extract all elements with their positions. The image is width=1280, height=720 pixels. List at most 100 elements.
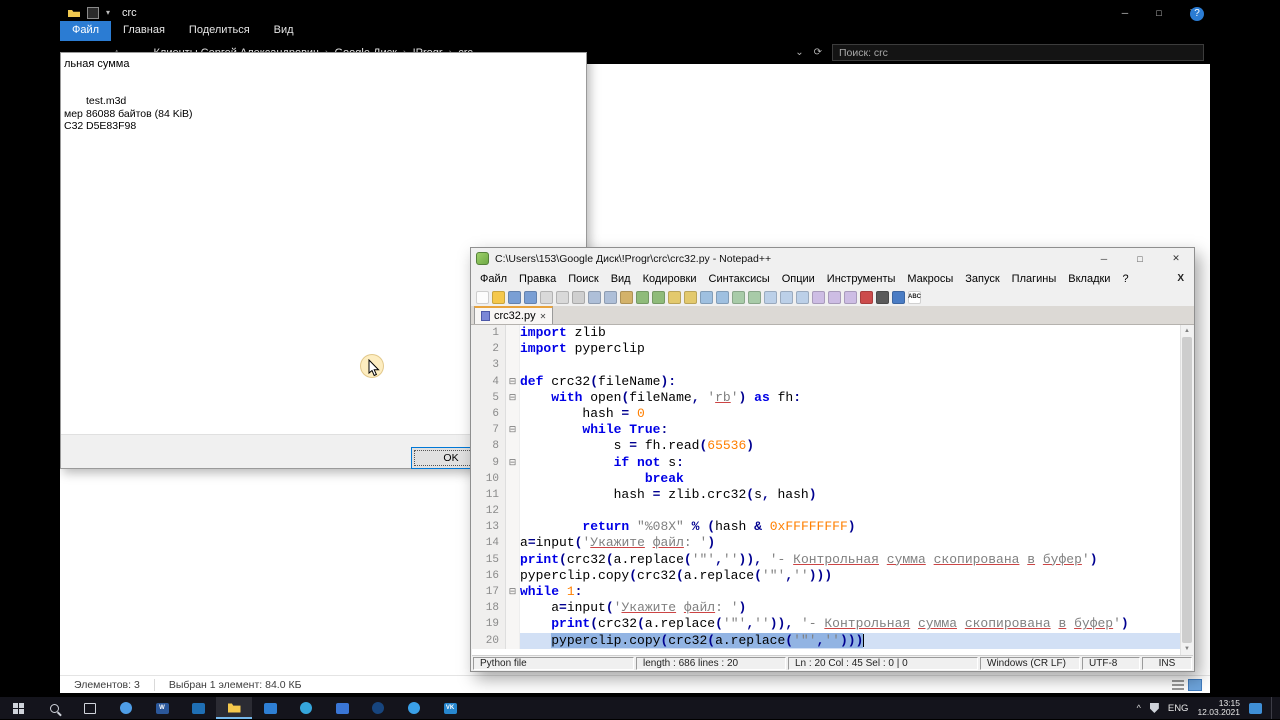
app-icon-9-button[interactable]	[396, 697, 432, 719]
copy-icon[interactable]	[604, 290, 617, 304]
code-line[interactable]: 19 print(crc32(a.replace('"','')), '- Ко…	[472, 616, 1180, 633]
show-desktop-button[interactable]	[1271, 697, 1276, 719]
details-view-icon[interactable]	[1172, 679, 1184, 690]
steam-button[interactable]	[360, 697, 396, 719]
vk-button[interactable]: VK	[432, 697, 468, 719]
notepad-titlebar[interactable]: C:\Users\153\Google Диск\!Progr\crc\crc3…	[471, 248, 1194, 269]
taskbar-search-button[interactable]	[36, 697, 72, 719]
explorer-maximize-icon[interactable]: □	[1142, 4, 1176, 21]
save-all-icon[interactable]	[524, 290, 537, 304]
fold-marker-icon[interactable]: ⊟	[506, 422, 520, 439]
start-button[interactable]	[0, 697, 36, 719]
qat-properties-icon[interactable]	[87, 6, 99, 19]
photos-button[interactable]	[252, 697, 288, 719]
replace-icon[interactable]	[684, 290, 697, 304]
checksum-dialog-titlebar[interactable]: льная сумма	[61, 53, 586, 74]
ribbon-tab-1[interactable]: Файл	[60, 21, 112, 41]
document-map-icon[interactable]	[828, 290, 841, 304]
menu-item-5[interactable]: Кодировки	[637, 273, 703, 285]
undo-icon[interactable]	[636, 290, 649, 304]
notepad-maximize-icon[interactable]: □	[1122, 248, 1158, 269]
show-all-characters-icon[interactable]	[780, 290, 793, 304]
search-input[interactable]	[832, 44, 1204, 61]
code-line[interactable]: 20 pyperclip.copy(crc32(a.replace('"',''…	[472, 632, 1180, 649]
ribbon-tab-3[interactable]: Поделиться	[177, 21, 262, 41]
menu-item-13[interactable]: ?	[1116, 273, 1134, 285]
tab-close-icon[interactable]: ✕	[540, 312, 547, 321]
notepad-minimize-icon[interactable]: ─	[1086, 248, 1122, 269]
record-macro-icon[interactable]	[860, 290, 873, 304]
scrollbar-thumb[interactable]	[1182, 337, 1192, 643]
security-shield-icon[interactable]	[1149, 703, 1159, 713]
cut-icon[interactable]	[588, 290, 601, 304]
task-view-button[interactable]	[72, 697, 108, 719]
code-line[interactable]: 10 break	[472, 470, 1180, 487]
taskbar-clock[interactable]: 13:15 12.03.2021	[1197, 698, 1240, 718]
ribbon-tab-4[interactable]: Вид	[262, 21, 306, 41]
help-icon[interactable]: ?	[1190, 7, 1204, 21]
menu-item-11[interactable]: Плагины	[1006, 273, 1063, 285]
editor-scrollbar[interactable]: ▲ ▼	[1180, 325, 1193, 655]
code-line[interactable]: 14 a=input('Укажите файл: ')	[472, 535, 1180, 552]
redo-icon[interactable]	[652, 290, 665, 304]
code-line[interactable]: 12	[472, 503, 1180, 520]
spell-check-icon[interactable]: ABC	[908, 290, 921, 304]
hidden-icons-chevron-icon[interactable]: ^	[1137, 703, 1141, 713]
vertical-sync-icon[interactable]	[732, 290, 745, 304]
code-line[interactable]: 18 a=input('Укажите файл: ')	[472, 600, 1180, 617]
print-icon[interactable]	[572, 290, 585, 304]
explorer-titlebar[interactable]: ▾ crc ─ □ ✕	[60, 4, 1210, 21]
scroll-down-icon[interactable]: ▼	[1181, 643, 1193, 655]
zoom-in-icon[interactable]	[700, 290, 713, 304]
code-line[interactable]: 11 hash = zlib.crc32(s, hash)	[472, 486, 1180, 504]
close-all-icon[interactable]	[556, 290, 569, 304]
code-line[interactable]: 7 ⊟ while True:	[472, 422, 1180, 439]
explorer-button[interactable]	[216, 697, 252, 719]
find-icon[interactable]	[668, 290, 681, 304]
refresh-icon[interactable]: ⟳	[814, 47, 822, 58]
explorer-minimize-icon[interactable]: ─	[1108, 4, 1142, 21]
scroll-up-icon[interactable]: ▲	[1181, 325, 1193, 337]
code-line[interactable]: 16 pyperclip.copy(crc32(a.replace('"','')…	[472, 567, 1180, 584]
fold-marker-icon[interactable]: ⊟	[506, 373, 520, 390]
open-folder-icon[interactable]	[492, 290, 505, 304]
action-center-icon[interactable]	[1249, 702, 1262, 714]
menu-item-9[interactable]: Макросы	[901, 273, 959, 285]
fold-marker-icon[interactable]: ⊟	[506, 454, 520, 471]
menu-item-1[interactable]: Файл	[474, 273, 513, 285]
menu-item-2[interactable]: Правка	[513, 273, 562, 285]
word-wrap-icon[interactable]	[764, 290, 777, 304]
menu-item-8[interactable]: Инструменты	[821, 273, 902, 285]
paste-icon[interactable]	[620, 290, 633, 304]
mail-button[interactable]	[180, 697, 216, 719]
code-line[interactable]: 9 ⊟ if not s:	[472, 454, 1180, 471]
menu-item-4[interactable]: Вид	[605, 273, 637, 285]
function-list-icon[interactable]	[812, 290, 825, 304]
menu-item-3[interactable]: Поиск	[562, 273, 604, 285]
menubar-close-icon[interactable]: X	[1177, 273, 1194, 284]
zoom-out-icon[interactable]	[716, 290, 729, 304]
horizontal-sync-icon[interactable]	[748, 290, 761, 304]
menu-item-10[interactable]: Запуск	[959, 273, 1005, 285]
app-icon-7-button[interactable]	[324, 697, 360, 719]
code-line[interactable]: 13 return "%08X" % (hash & 0xFFFFFFFF)	[472, 519, 1180, 536]
code-line[interactable]: 15 print(crc32(a.replace('"','')), '- Кон…	[472, 551, 1180, 568]
stop-macro-icon[interactable]	[876, 290, 889, 304]
address-dropdown-icon[interactable]: ⌄	[795, 47, 803, 58]
save-icon[interactable]	[508, 290, 521, 304]
play-macro-icon[interactable]	[892, 290, 905, 304]
language-indicator[interactable]: ENG	[1168, 703, 1189, 714]
close-file-icon[interactable]	[540, 290, 553, 304]
ribbon-tab-2[interactable]: Главная	[111, 21, 177, 41]
word-button[interactable]: W	[144, 697, 180, 719]
fold-marker-icon[interactable]: ⊟	[506, 584, 520, 601]
qat-customize-chevron-icon[interactable]: ▾	[106, 8, 110, 17]
code-line[interactable]: 3	[472, 357, 1180, 374]
code-line[interactable]: 4 ⊟ def crc32(fileName):	[472, 373, 1180, 390]
code-line[interactable]: 2 import pyperclip	[472, 341, 1180, 358]
notepad-close-icon[interactable]: ✕	[1158, 248, 1194, 269]
code-line[interactable]: 8 s = fh.read(65536)	[472, 438, 1180, 455]
code-line[interactable]: 5 ⊟ with open(fileName, 'rb') as fh:	[472, 389, 1180, 406]
editor-area[interactable]: 1 import zlib 2 import pyperclip 3 4 ⊟ def crc3…	[472, 325, 1193, 655]
telegram-button[interactable]	[288, 697, 324, 719]
